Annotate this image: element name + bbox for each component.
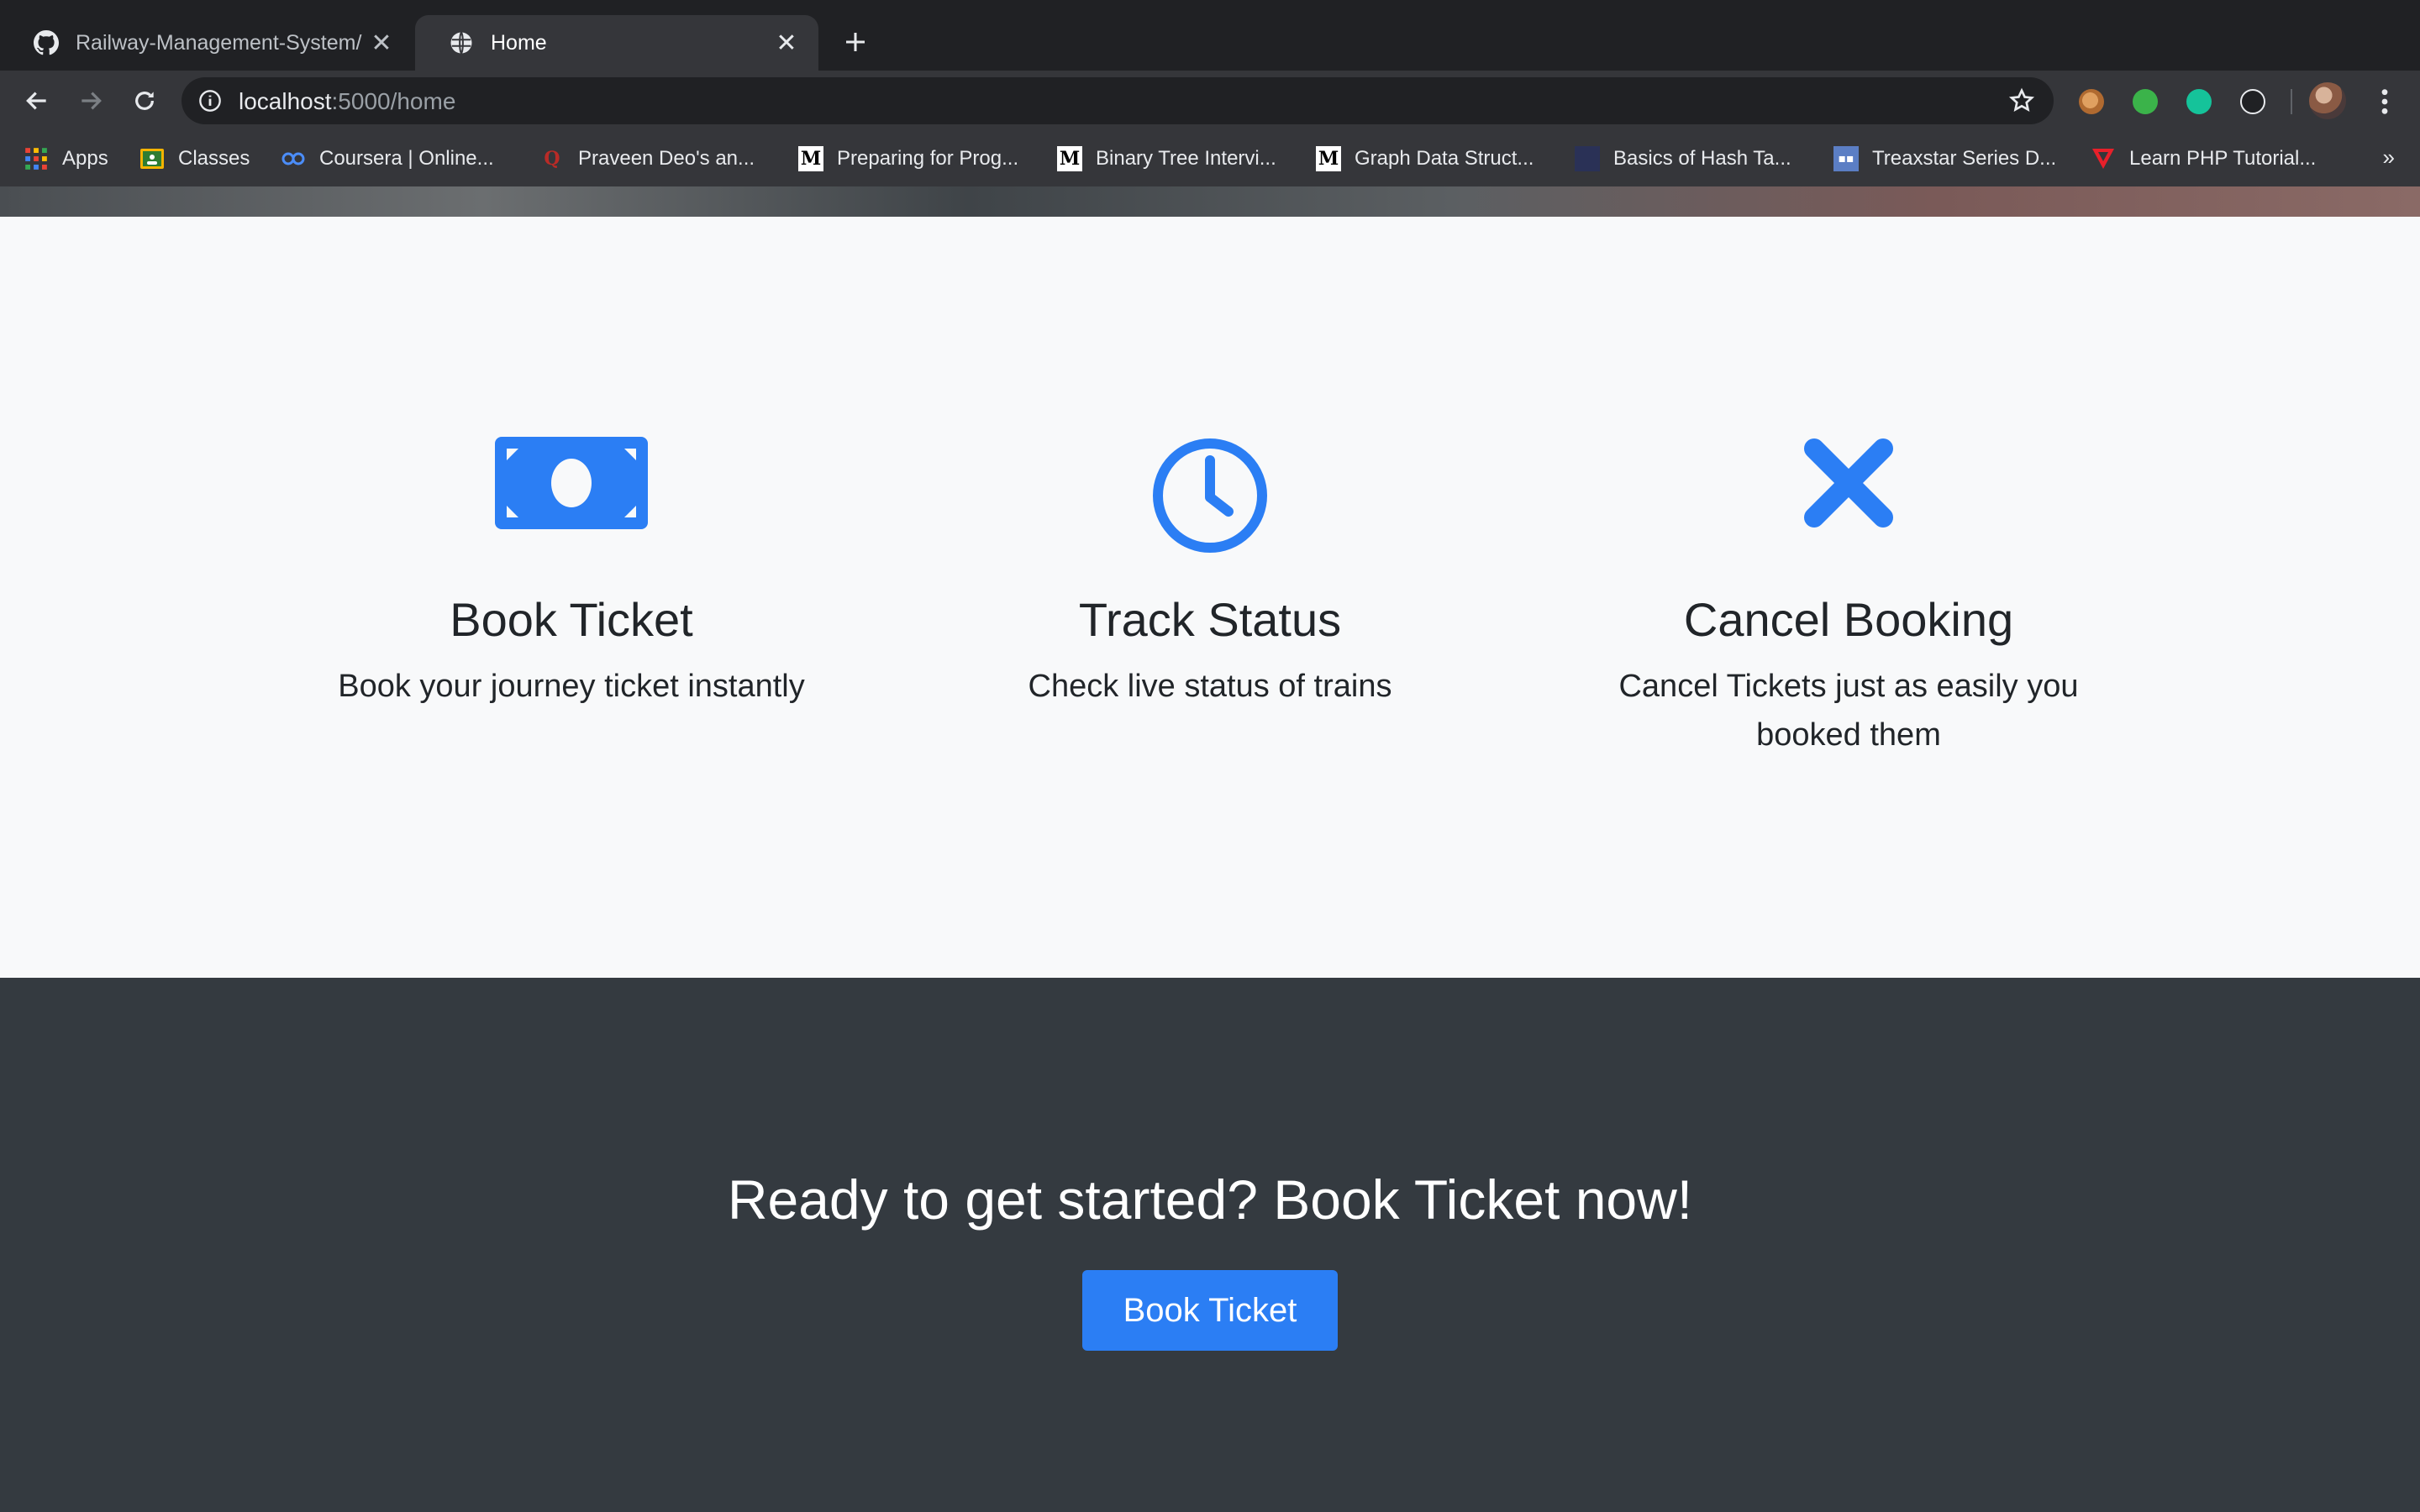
paw-extension-icon[interactable] xyxy=(2240,89,2265,114)
bookmark-label: Classes xyxy=(178,147,250,170)
bookmark-label: Graph Data Struct... xyxy=(1355,147,1534,170)
hackerearth-icon xyxy=(1575,146,1600,171)
tutorial-icon xyxy=(2091,146,2116,171)
coursera-icon xyxy=(281,146,306,171)
hero-image-strip xyxy=(0,186,2420,217)
feature-title: Cancel Booking xyxy=(1683,593,2014,646)
cta-heading: Ready to get started? Book Ticket now! xyxy=(727,1168,1693,1231)
bookmarks-bar: Apps Classes Coursera | Online... Q Prav… xyxy=(0,131,2420,187)
bookmark-label: Learn PHP Tutorial... xyxy=(2129,147,2317,170)
tab-title: Home xyxy=(491,30,547,55)
bookmark-label: Apps xyxy=(62,147,108,170)
bookmark-label: Coursera | Online... xyxy=(319,147,494,170)
address-bar[interactable]: localhost:5000/home xyxy=(182,77,2054,124)
bookmark-label: Basics of Hash Ta... xyxy=(1613,147,1791,170)
bookmark-apps[interactable]: Apps xyxy=(24,144,108,173)
toolbar-divider xyxy=(2291,89,2292,114)
feature-title: Track Status xyxy=(1078,593,1342,646)
url-path: :5000/home xyxy=(331,88,456,114)
bookmark-hash-table[interactable]: Basics of Hash Ta... xyxy=(1575,144,1791,173)
features-section: Book Ticket Book your journey ticket ins… xyxy=(0,217,2420,978)
kebab-menu-icon[interactable] xyxy=(2375,87,2395,116)
clock-icon xyxy=(1151,437,1269,559)
close-tab-icon[interactable]: ✕ xyxy=(368,29,395,57)
bookmark-classes[interactable]: Classes xyxy=(139,144,250,173)
tab-home[interactable]: Home ✕ xyxy=(415,15,818,71)
bookmark-label: Praveen Deo's an... xyxy=(578,147,755,170)
book-ticket-button[interactable]: Book Ticket xyxy=(1082,1270,1338,1351)
cookie-extension-icon[interactable] xyxy=(2079,89,2104,114)
github-icon xyxy=(34,30,59,55)
bookmark-binary-tree[interactable]: M Binary Tree Intervi... xyxy=(1057,144,1276,173)
bookmark-label: Treaxstar Series D... xyxy=(1872,147,2057,170)
classroom-icon xyxy=(139,146,165,171)
forward-arrow-icon[interactable] xyxy=(74,84,108,118)
new-tab-icon[interactable] xyxy=(839,25,872,59)
url-host: localhost xyxy=(239,88,332,114)
bookmark-quora[interactable]: Q Praveen Deo's an... xyxy=(539,144,755,173)
bookmark-label: Preparing for Prog... xyxy=(837,147,1019,170)
site-icon: ▪▪ xyxy=(1833,146,1859,171)
bookmark-star-icon[interactable] xyxy=(2008,87,2035,114)
close-tab-icon[interactable]: ✕ xyxy=(773,29,800,57)
info-icon[interactable] xyxy=(198,89,222,113)
back-arrow-icon[interactable] xyxy=(20,84,54,118)
medium-icon: M xyxy=(798,146,823,171)
url-text[interactable]: localhost:5000/home xyxy=(239,88,455,115)
medium-icon: M xyxy=(1057,146,1082,171)
quora-icon: Q xyxy=(544,148,560,170)
reload-icon[interactable] xyxy=(128,84,161,118)
money-bill-icon xyxy=(495,437,648,533)
globe-icon xyxy=(449,30,474,55)
browser-tab-strip: Railway-Management-System/ ✕ Home ✕ xyxy=(0,0,2420,71)
bookmark-preparing[interactable]: M Preparing for Prog... xyxy=(798,144,1018,173)
bookmark-label: Binary Tree Intervi... xyxy=(1096,147,1276,170)
tab-railway-github[interactable]: Railway-Management-System/ ✕ xyxy=(0,15,413,71)
bookmark-coursera[interactable]: Coursera | Online... xyxy=(281,144,494,173)
call-to-action-section: Ready to get started? Book Ticket now! B… xyxy=(0,978,2420,1512)
bookmark-learn-php[interactable]: Learn PHP Tutorial... xyxy=(2091,144,2316,173)
apps-grid-icon xyxy=(24,146,49,171)
feature-title: Book Ticket xyxy=(450,593,693,646)
feature-description: Book your journey ticket instantly xyxy=(338,669,805,704)
medium-icon: M xyxy=(1316,146,1341,171)
feature-description: Cancel Tickets just as easily you booked… xyxy=(1618,669,2079,753)
tab-title: Railway-Management-System/ xyxy=(76,30,362,55)
thumbs-up-extension-icon[interactable] xyxy=(2133,89,2158,114)
browser-toolbar: localhost:5000/home xyxy=(0,71,2420,131)
feature-description: Check live status of trains xyxy=(1028,669,1392,704)
bookmark-treaxstar[interactable]: ▪▪ Treaxstar Series D... xyxy=(1833,144,2056,173)
profile-avatar[interactable] xyxy=(2309,82,2346,119)
times-icon xyxy=(1802,437,1895,533)
grammarly-extension-icon[interactable] xyxy=(2186,89,2212,114)
bookmark-graph[interactable]: M Graph Data Struct... xyxy=(1316,144,1534,173)
more-bookmarks-chevron-icon[interactable]: » xyxy=(2383,144,2395,171)
